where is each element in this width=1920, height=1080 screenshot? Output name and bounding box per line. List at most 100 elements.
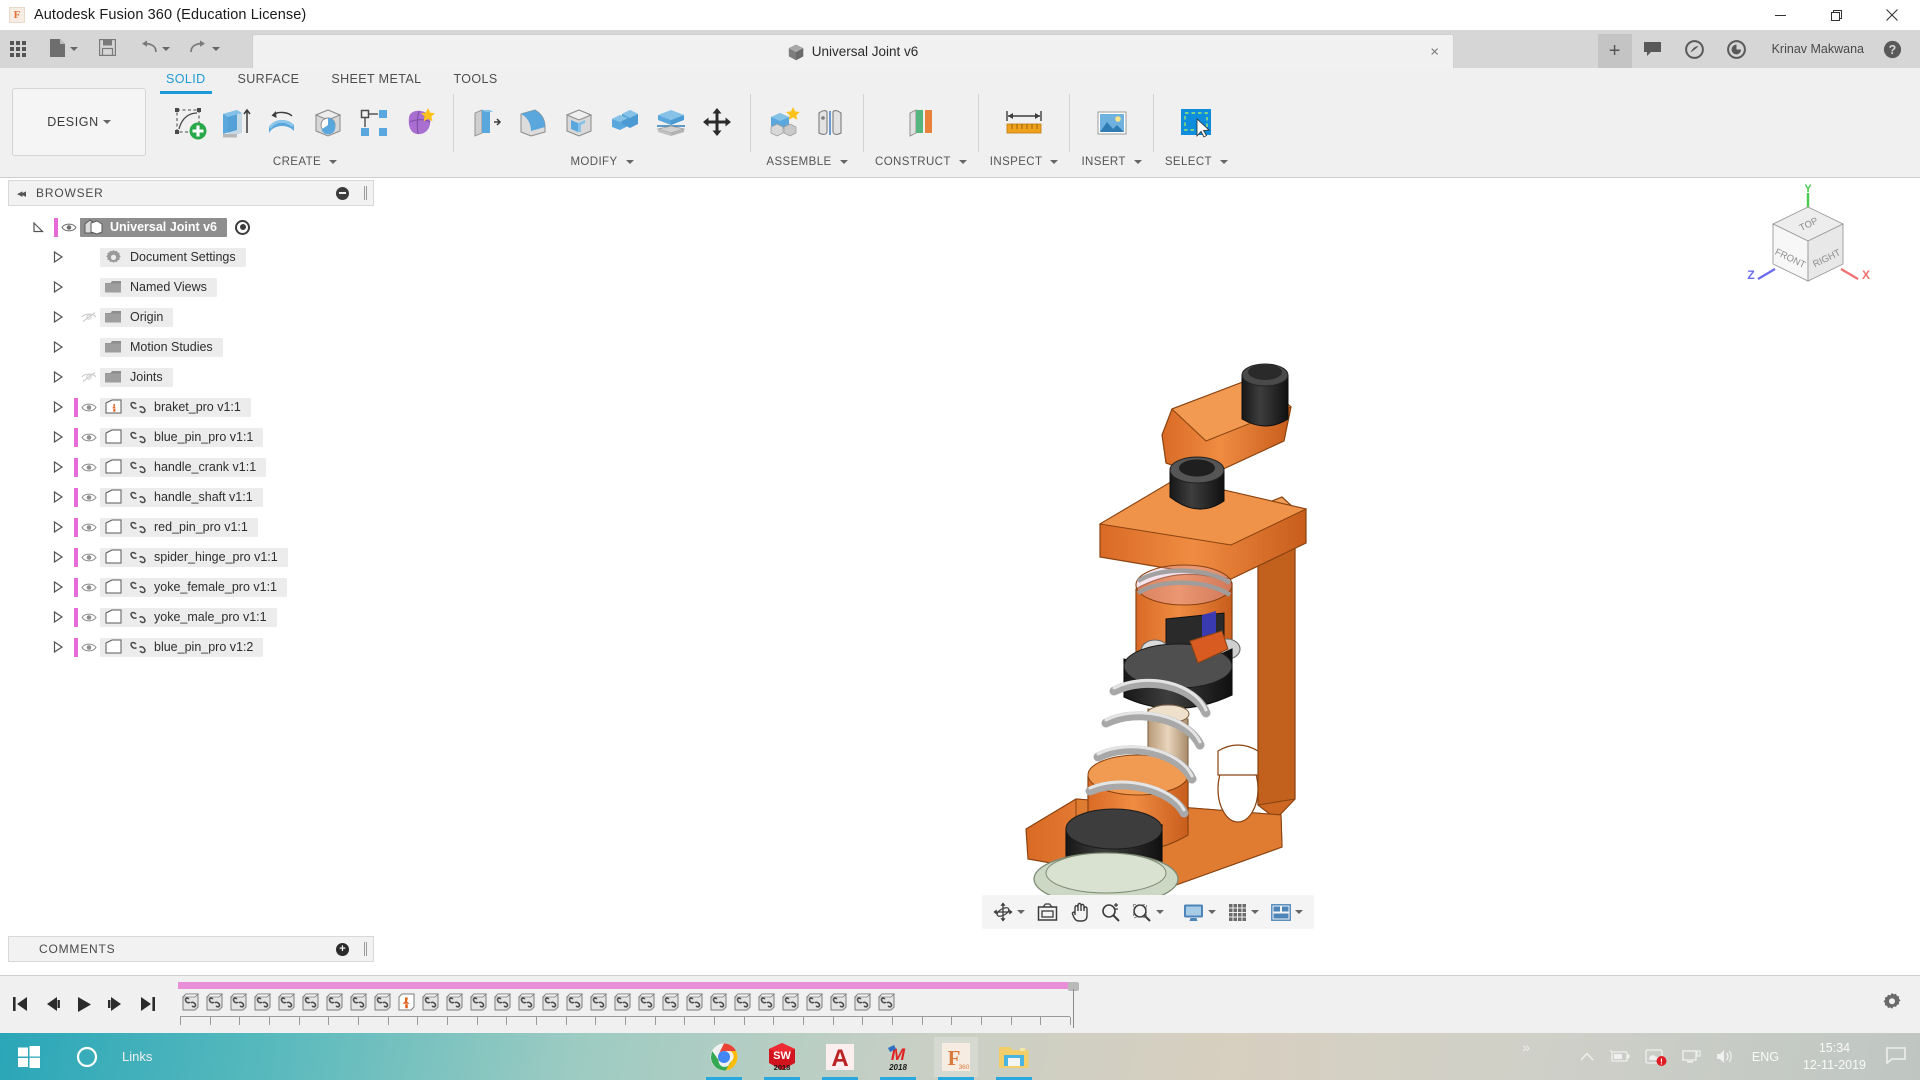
taskbar-overflow-icon[interactable]: »	[1522, 1039, 1530, 1055]
visibility-toggle-icon[interactable]	[78, 311, 100, 323]
taskbar-app-explorer[interactable]	[992, 1037, 1036, 1080]
timeline-feature[interactable]	[706, 989, 730, 1015]
ribbon-group-insert-label[interactable]: INSERT	[1081, 156, 1142, 168]
expand-arrow-icon[interactable]	[50, 551, 66, 563]
tree-node-label-wrap[interactable]: Joints	[100, 367, 173, 387]
viewports-button[interactable]	[1266, 897, 1308, 927]
tree-node-component[interactable]: red_pin_pro v1:1	[8, 512, 374, 542]
comments-resize-grip[interactable]	[364, 942, 367, 956]
tree-node-component[interactable]: blue_pin_pro v1:1	[8, 422, 374, 452]
fit-button[interactable]	[1127, 897, 1169, 927]
links-toolbar-label[interactable]: Links	[122, 1049, 152, 1064]
notifications-icon[interactable]	[1880, 1046, 1920, 1067]
timeline-feature[interactable]	[178, 989, 202, 1015]
create-sketch-button[interactable]	[168, 95, 212, 151]
timeline-feature[interactable]	[850, 989, 874, 1015]
shell-button[interactable]	[557, 95, 601, 151]
tree-node-label-wrap[interactable]: handle_crank v1:1	[100, 457, 267, 477]
timeline-feature[interactable]	[202, 989, 226, 1015]
expand-arrow-icon[interactable]	[50, 431, 66, 443]
tree-node-component[interactable]: handle_shaft v1:1	[8, 482, 374, 512]
fillet-button[interactable]	[511, 95, 555, 151]
move-copy-button[interactable]	[695, 95, 739, 151]
add-comment-icon[interactable]: +	[336, 942, 349, 956]
language-indicator[interactable]: ENG	[1742, 1050, 1789, 1064]
workspace-selector[interactable]: DESIGN	[12, 88, 146, 156]
insert-image-button[interactable]	[1090, 95, 1134, 151]
timeline-feature[interactable]	[442, 989, 466, 1015]
user-name-label[interactable]: Krinav Makwana	[1758, 42, 1878, 56]
taskbar-app-chrome[interactable]	[702, 1037, 746, 1080]
visibility-toggle-icon[interactable]	[78, 612, 100, 623]
timeline-feature[interactable]	[490, 989, 514, 1015]
tab-tools[interactable]: TOOLS	[437, 68, 513, 92]
timeline-settings-icon[interactable]	[1882, 992, 1902, 1015]
close-button[interactable]	[1864, 0, 1920, 30]
split-body-button[interactable]	[649, 95, 693, 151]
save-button[interactable]	[85, 30, 123, 68]
visibility-toggle-icon[interactable]	[78, 462, 100, 473]
expand-arrow-icon[interactable]	[50, 611, 66, 623]
timeline-feature[interactable]	[322, 989, 346, 1015]
timeline-feature[interactable]	[586, 989, 610, 1015]
tree-node-label-wrap[interactable]: yoke_female_pro v1:1	[100, 577, 287, 597]
expand-arrow-icon[interactable]	[50, 311, 66, 323]
timeline-feature[interactable]	[538, 989, 562, 1015]
job-status-icon[interactable]	[1716, 30, 1758, 68]
sweep-button[interactable]	[306, 95, 350, 151]
tree-node-component[interactable]: yoke_female_pro v1:1	[8, 572, 374, 602]
tree-node-component[interactable]: blue_pin_pro v1:2	[8, 632, 374, 662]
timeline-feature[interactable]	[226, 989, 250, 1015]
timeline-feature[interactable]	[250, 989, 274, 1015]
timeline-feature[interactable]	[298, 989, 322, 1015]
tree-node-label-wrap[interactable]: blue_pin_pro v1:1	[100, 427, 264, 447]
visibility-toggle-icon[interactable]	[78, 552, 100, 563]
timeline-feature[interactable]	[658, 989, 682, 1015]
activate-component-radio[interactable]	[235, 219, 250, 235]
timeline-feature[interactable]	[418, 989, 442, 1015]
document-tab[interactable]: Universal Joint v6 ×	[252, 34, 1454, 68]
document-tab-close-icon[interactable]: ×	[1430, 44, 1439, 59]
taskbar-app-fusion360[interactable]: F 360	[934, 1036, 979, 1080]
modeling-canvas[interactable]: Y Z X TOP FRONT RIGHT	[376, 179, 1920, 935]
timeline-track[interactable]	[178, 982, 1808, 1028]
start-button[interactable]	[0, 1033, 58, 1080]
expand-arrow-icon[interactable]	[50, 641, 66, 653]
redo-button[interactable]	[177, 30, 227, 68]
tree-node-root[interactable]: Universal Joint v6	[8, 212, 374, 242]
taskbar-app-solidworks[interactable]: SW 2018	[760, 1037, 804, 1080]
volume-icon[interactable]	[1708, 1048, 1742, 1065]
timeline-feature[interactable]	[274, 989, 298, 1015]
go-to-end-button[interactable]	[132, 986, 164, 1022]
tree-node-label-wrap[interactable]: red_pin_pro v1:1	[100, 517, 258, 537]
play-button[interactable]	[68, 986, 100, 1022]
timeline-feature[interactable]	[514, 989, 538, 1015]
timeline-feature[interactable]	[370, 989, 394, 1015]
look-at-button[interactable]	[1032, 897, 1063, 927]
expand-arrow-icon[interactable]	[50, 521, 66, 533]
taskbar-app-mastercam[interactable]: M 2018	[876, 1037, 920, 1080]
universal-joint-model[interactable]	[376, 179, 1920, 935]
expand-arrow-icon[interactable]	[50, 461, 66, 473]
visibility-toggle-icon[interactable]	[78, 371, 100, 383]
expand-arrow-icon[interactable]	[50, 371, 66, 383]
tree-node-label-wrap[interactable]: Named Views	[100, 277, 217, 297]
minimize-button[interactable]	[1752, 0, 1808, 30]
tree-node-document-settings[interactable]: Document Settings	[8, 242, 374, 272]
tree-node-label-wrap[interactable]: spider_hinge_pro v1:1	[100, 547, 288, 567]
offset-plane-button[interactable]	[899, 95, 943, 151]
taskbar-clock[interactable]: 15:34 12-11-2019	[1789, 1040, 1880, 1074]
tree-node-origin[interactable]: Origin	[8, 302, 374, 332]
ribbon-group-select-label[interactable]: SELECT	[1165, 156, 1228, 168]
expand-arrow-icon[interactable]	[50, 281, 66, 293]
timeline-feature[interactable]	[562, 989, 586, 1015]
select-button[interactable]	[1174, 95, 1218, 151]
tree-node-named-views[interactable]: Named Views	[8, 272, 374, 302]
comment-icon[interactable]	[1632, 30, 1674, 68]
ribbon-group-create-label[interactable]: CREATE	[273, 156, 338, 168]
onedrive-alert-icon[interactable]: !	[1638, 1048, 1674, 1066]
cortana-button[interactable]	[58, 1033, 116, 1080]
timeline-feature[interactable]	[730, 989, 754, 1015]
extrude-button[interactable]	[214, 95, 258, 151]
show-hidden-icons-icon[interactable]	[1572, 1049, 1602, 1064]
